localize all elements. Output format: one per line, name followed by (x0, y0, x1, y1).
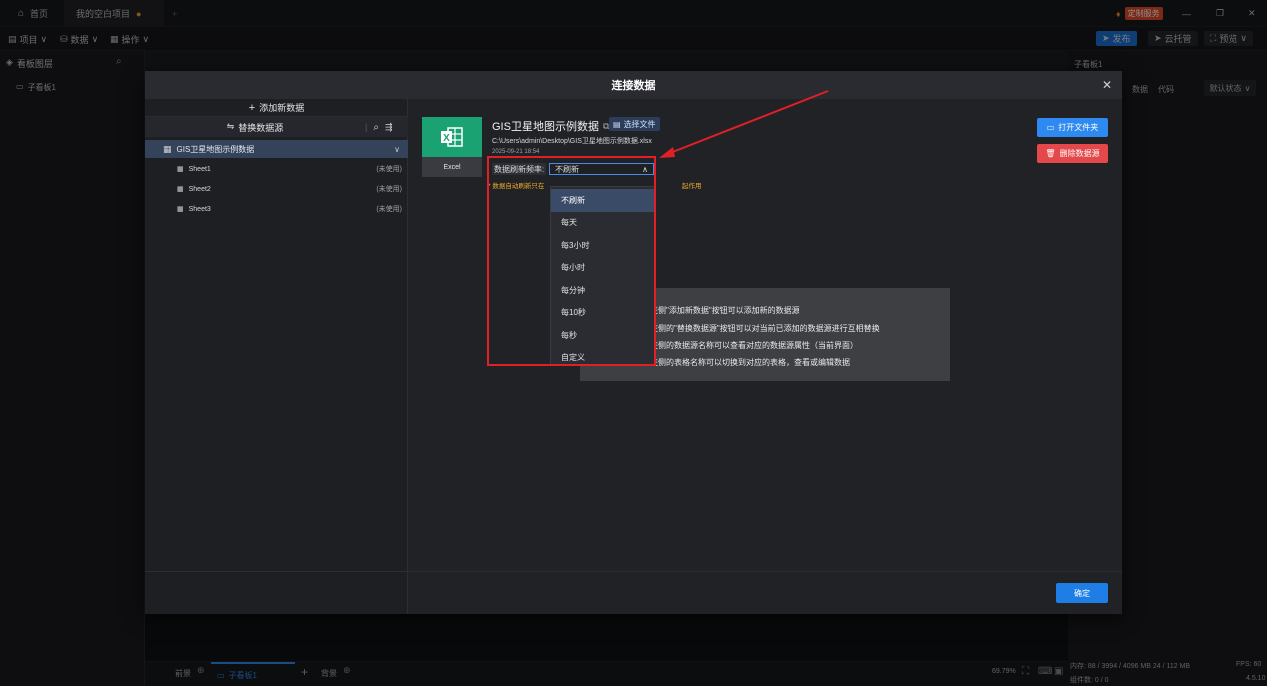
dialog-footer (145, 571, 1122, 614)
sheet-item[interactable]: ▦ Sheet1 (未使用) (145, 159, 408, 179)
sheet-name: Sheet3 (188, 205, 211, 213)
help-line: 左侧"添加新数据"按钮可以添加新的数据源 (650, 306, 800, 315)
file-type-label: Excel (422, 157, 482, 177)
sheet-item[interactable]: ▦ Sheet3 (未使用) (145, 199, 408, 219)
table-icon: ▦ (163, 143, 172, 154)
datasource-item[interactable]: ▦ GIS卫星地图示例数据 ∨ (145, 140, 408, 158)
sheet-status: (未使用) (376, 186, 402, 193)
close-icon[interactable]: ✕ (1100, 78, 1114, 92)
table-icon: ▦ (177, 166, 184, 173)
search-icon[interactable]: ⌕ (373, 122, 379, 133)
svg-text:X: X (443, 133, 450, 144)
replace-source-row: ⇋ 替换数据源 | ⌕ ⇶ (145, 117, 408, 137)
add-source-button[interactable]: + 添加新数据 (145, 99, 408, 117)
sheet-status: (未使用) (376, 166, 402, 173)
annotation-highlight-box (487, 156, 656, 366)
help-line: 左侧的表格名称可以切换到对应的表格，查看或编辑数据 (650, 358, 850, 367)
chevron-down-icon[interactable]: ∨ (394, 145, 400, 154)
help-line: 左侧的"替换数据源"按钮可以对当前已添加的数据源进行互相替换 (650, 324, 880, 333)
add-source-label: 添加新数据 (259, 103, 305, 113)
open-folder-button[interactable]: ▭ 打开文件夹 (1037, 118, 1108, 137)
help-line: 左侧的数据源名称可以查看对应的数据源属性（当前界面） (650, 341, 858, 350)
replace-source-button[interactable]: ⇋ 替换数据源 (145, 121, 365, 134)
folder-icon: ▭ (1046, 123, 1055, 132)
divider: | (365, 122, 368, 132)
warning-end: 起作用 (682, 183, 702, 190)
swap-icon: ⇋ (226, 120, 235, 131)
confirm-button[interactable]: 确定 (1056, 583, 1108, 603)
sheet-item[interactable]: ▦ Sheet2 (未使用) (145, 179, 408, 199)
excel-icon: X (422, 117, 482, 157)
connect-data-dialog: 连接数据 ✕ + 添加新数据 ⇋ 替换数据源 | ⌕ ⇶ ▦ GIS卫星地图示例… (145, 71, 1122, 614)
datasource-name: GIS卫星地图示例数据 (176, 144, 255, 154)
file-type-card: X Excel (422, 117, 482, 177)
sheet-name: Sheet1 (188, 165, 211, 173)
annotation-arrow (659, 90, 829, 158)
file-icon: ▤ (613, 119, 621, 129)
collapse-icon[interactable]: ⇶ (385, 122, 393, 133)
table-icon: ▦ (177, 206, 184, 213)
file-title: GIS卫星地图示例数据 (492, 121, 599, 133)
table-icon: ▦ (177, 186, 184, 193)
sheet-name: Sheet2 (188, 185, 211, 193)
dialog-header: 连接数据 (145, 71, 1122, 99)
replace-source-label: 替换数据源 (238, 122, 284, 133)
delete-source-label: 删除数据源 (1059, 149, 1100, 158)
open-folder-label: 打开文件夹 (1058, 123, 1099, 132)
file-path: C:\Users\admin\Desktop\GIS卫星地图示例数据.xlsx (492, 138, 652, 145)
delete-source-button[interactable]: 🗑 删除数据源 (1037, 144, 1108, 163)
plus-icon: + (248, 101, 256, 114)
file-title-row: GIS卫星地图示例数据 ⧉ (492, 118, 609, 134)
trash-icon: 🗑 (1045, 149, 1056, 158)
datasource-sidebar: + 添加新数据 ⇋ 替换数据源 | ⌕ ⇶ ▦ GIS卫星地图示例数据 ∨ ▦ … (145, 99, 408, 614)
file-date: 2025-09-21 18:54 (492, 149, 540, 155)
sheet-status: (未使用) (376, 206, 402, 213)
